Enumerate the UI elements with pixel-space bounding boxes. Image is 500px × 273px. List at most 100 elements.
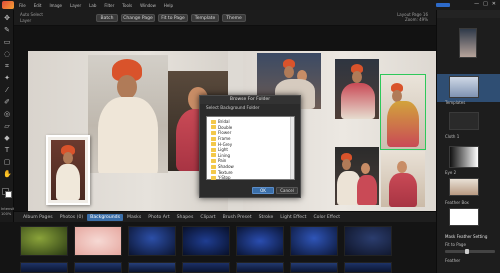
tab-photo-art[interactable]: Photo Art	[145, 214, 172, 221]
background-thumb[interactable]	[74, 262, 122, 273]
fit-to-page-button[interactable]: Fit to Page	[158, 14, 188, 22]
maximize-button[interactable]: □	[483, 1, 488, 7]
marquee-tool-icon[interactable]: ▭	[3, 38, 11, 46]
folder-icon	[211, 147, 216, 152]
groom-photo[interactable]	[88, 55, 168, 173]
mask-thumb[interactable]	[449, 208, 479, 226]
folder-icon	[211, 153, 216, 158]
top-toolbar: Auto Select Layer Batch Change Page Fit …	[14, 10, 436, 26]
folder-icon	[211, 136, 216, 141]
tab-album-pages[interactable]: Album Pages	[20, 214, 56, 221]
background-thumb[interactable]	[182, 262, 230, 273]
menu-item-filter[interactable]: Filter	[101, 3, 117, 8]
template-thumb-1[interactable]	[459, 28, 477, 58]
menu-item-image[interactable]: Image	[46, 3, 65, 8]
background-thumb[interactable]	[290, 226, 338, 256]
couple-photo-bottom-left[interactable]	[335, 147, 379, 205]
background-color-swatch[interactable]	[5, 191, 12, 198]
feather-label: Feather	[445, 258, 461, 263]
menu-item-edit[interactable]: Edit	[31, 3, 45, 8]
background-thumb[interactable]	[128, 226, 176, 256]
background-thumb[interactable]	[128, 262, 176, 273]
eye-thumb[interactable]	[449, 146, 479, 168]
background-thumb[interactable]	[74, 226, 122, 256]
photo-layer-thumb[interactable]	[449, 178, 479, 196]
fit-to-page-label[interactable]: Fit to Page	[445, 242, 466, 247]
theme-button[interactable]: Theme	[222, 14, 246, 22]
right-panel: Templates Cloth 1 Eye 2 Feather Box Mask…	[436, 10, 500, 273]
cancel-button[interactable]: Cancel	[276, 187, 298, 194]
menu-item-help[interactable]: Help	[161, 3, 176, 8]
status-indicator	[436, 3, 450, 7]
tab-color-effect[interactable]: Color Effect	[310, 214, 343, 221]
feather-slider-thumb[interactable]	[465, 249, 469, 254]
minimize-button[interactable]: —	[474, 1, 479, 7]
app-logo-icon	[2, 1, 14, 9]
feather-slider-track[interactable]	[445, 250, 495, 253]
browse-folder-dialog: Browse For Folder Select Background Fold…	[199, 95, 301, 198]
tab-brush-preset[interactable]: Brush Preset	[220, 214, 255, 221]
crop-tool-icon[interactable]: ⌗	[3, 62, 11, 70]
page-info: Layout Page 16 Zoom: 49%	[397, 12, 428, 22]
ok-button[interactable]: OK	[252, 187, 274, 194]
brush-tool-icon[interactable]: ✐	[3, 98, 11, 106]
background-thumb[interactable]	[182, 226, 230, 256]
couple-photo-bottom-right[interactable]	[381, 151, 425, 207]
menu-bar: File Edit Image Layer Lab Filter Tools W…	[0, 0, 500, 10]
clone-tool-icon[interactable]: ◎	[3, 110, 11, 118]
menu-item-layer[interactable]: Layer	[67, 3, 84, 8]
tab-masks[interactable]: Masks	[124, 214, 144, 221]
background-thumb[interactable]	[290, 262, 338, 273]
folder-tree[interactable]: Bridal Double Flower Frame H-Grey Light …	[206, 116, 295, 180]
layer-label[interactable]: Layer	[20, 18, 31, 23]
background-thumb[interactable]	[20, 262, 68, 273]
wand-tool-icon[interactable]: ✦	[3, 74, 11, 82]
text-tool-icon[interactable]: T	[3, 146, 11, 154]
panel-header	[437, 10, 500, 18]
folder-tree-scrollbar[interactable]	[290, 117, 294, 179]
menu-item-file[interactable]: File	[16, 3, 29, 8]
couple-photo-right[interactable]	[335, 59, 379, 119]
eyedropper-tool-icon[interactable]: ⁄	[3, 86, 11, 94]
folder-icon	[211, 130, 216, 135]
folder-icon	[211, 170, 216, 175]
zoom-label: Zoom: 49%	[404, 17, 428, 22]
template-thumb-2[interactable]	[449, 76, 479, 98]
tab-light-effect[interactable]: Light Effect	[277, 214, 309, 221]
background-thumb[interactable]	[236, 226, 284, 256]
tab-backgrounds[interactable]: Backgrounds	[87, 213, 123, 221]
framed-groom-photo[interactable]	[46, 135, 90, 205]
auto-select-label[interactable]: Auto Select	[20, 12, 43, 17]
menu-item-lab[interactable]: Lab	[86, 3, 99, 8]
pen-tool-icon[interactable]: ✎	[3, 26, 11, 34]
menu-item-window[interactable]: Window	[137, 3, 159, 8]
fill-tool-icon[interactable]: ◆	[3, 134, 11, 142]
eraser-tool-icon[interactable]: ▱	[3, 122, 11, 130]
move-tool-icon[interactable]: ✥	[3, 14, 11, 22]
change-page-button[interactable]: Change Page	[121, 14, 155, 22]
selected-couple-photo[interactable]	[380, 74, 426, 150]
background-thumb[interactable]	[344, 226, 392, 256]
tab-shapes[interactable]: Shapes	[174, 214, 197, 221]
background-thumb[interactable]	[344, 262, 392, 273]
background-thumb[interactable]	[236, 262, 284, 273]
lasso-tool-icon[interactable]: ◌	[3, 50, 11, 58]
batch-button[interactable]: Batch	[96, 14, 118, 22]
asset-tabs: Album Pages Photos (0) Backgrounds Masks…	[14, 211, 436, 222]
shape-tool-icon[interactable]: ▢	[3, 158, 11, 166]
folder-item[interactable]: Y-Stop	[211, 175, 231, 181]
folder-icon	[211, 164, 216, 169]
menu-item-tools[interactable]: Tools	[119, 3, 135, 8]
close-button[interactable]: ✕	[492, 1, 496, 7]
cloth-thumb[interactable]	[449, 112, 479, 130]
folder-icon	[211, 142, 216, 147]
hand-tool-icon[interactable]: ✋	[3, 170, 12, 178]
template-button[interactable]: Template	[191, 14, 219, 22]
left-page	[28, 51, 228, 214]
tab-clipart[interactable]: Clipart	[197, 214, 218, 221]
folder-icon	[211, 119, 216, 124]
tab-stroke[interactable]: Stroke	[256, 214, 277, 221]
app-window: File Edit Image Layer Lab Filter Tools W…	[0, 0, 500, 273]
tab-photos[interactable]: Photos (0)	[57, 214, 86, 221]
background-thumb[interactable]	[20, 226, 68, 256]
